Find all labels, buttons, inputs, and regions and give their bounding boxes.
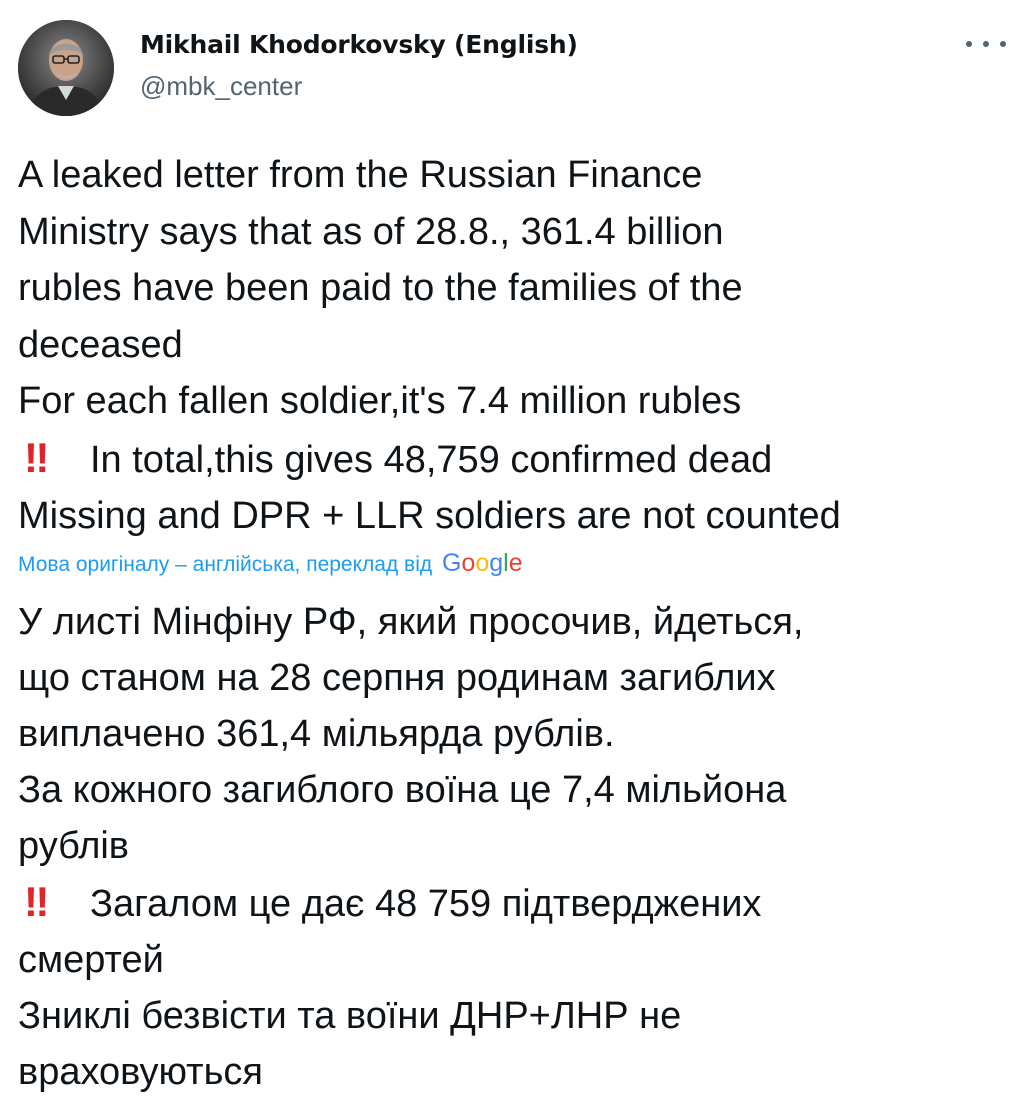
google-logo: Google [441,549,523,577]
tweet-header: Mikhail Khodorkovsky (English) @mbk_cent… [18,20,1006,116]
double-exclamation-icon: ‼ [24,878,49,925]
tweet-line: deceased [18,323,183,366]
tweet-line: Missing and DPR + LLR soldiers are not c… [18,495,841,537]
translated-line: що станом на 28 серпня родинам загиблих [18,657,776,699]
translation-notice-text: Мова оригіналу – англійська, переклад ві… [18,553,433,576]
dot [966,41,972,47]
author-handle[interactable]: @mbk_center [140,70,578,102]
translation-notice[interactable]: Мова оригіналу – англійська, переклад ві… [18,547,523,581]
author-display-name[interactable]: Mikhail Khodorkovsky (English) [140,30,578,60]
tweet-line: rubles have been paid to the families of… [18,267,743,309]
author-block: Mikhail Khodorkovsky (English) @mbk_cent… [140,30,578,102]
translated-line: рублів [18,825,129,867]
translated-line-text: Загалом це дає 48 759 підтверджених [90,883,762,925]
dot [1000,41,1006,47]
dot [983,41,989,47]
profile-photo-icon [18,20,114,116]
tweet-line: Ministry says that as of 28.8., 361.4 bi… [18,210,724,253]
tweet-text: A leaked letter from the Russian Finance… [18,147,1012,545]
tweet-line-text: In total,this gives 48,759 confirmed dea… [90,438,773,481]
translated-line: Зниклі безвісти та воїни ДНР+ЛНР не [18,995,682,1037]
double-exclamation-icon: ‼ [24,433,49,481]
translated-line: враховуються [18,1051,263,1093]
tweet-card: Mikhail Khodorkovsky (English) @mbk_cent… [0,0,1024,1116]
translated-line: За кожного загиблого воїна це 7,4 мільйо… [18,769,787,811]
translated-line: ‼ Загалом це дає 48 759 підтверджених [18,874,1012,932]
translated-line: виплачено 361,4 мільярда рублів. [18,713,615,755]
translated-line: смертей [18,939,164,981]
translated-tweet-text: У листі Мінфіну РФ, який просочив, йдеть… [18,594,1012,1100]
more-options-icon[interactable] [966,32,1006,56]
avatar[interactable] [18,20,114,116]
tweet-line: ‼ In total,this gives 48,759 confirmed de… [18,430,1012,489]
tweet-line: A leaked letter from the Russian Finance [18,154,703,196]
translated-line: У листі Мінфіну РФ, який просочив, йдеть… [18,601,804,643]
tweet-line: For each fallen soldier,it's 7.4 million… [18,380,742,422]
